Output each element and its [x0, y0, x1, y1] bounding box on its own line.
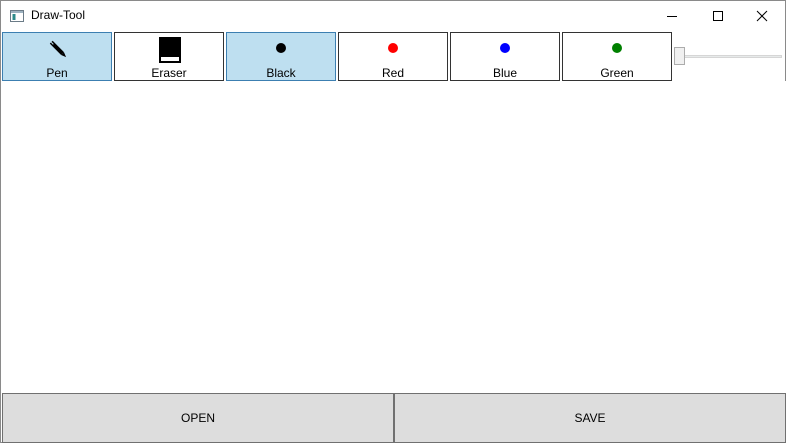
red-color-swatch — [388, 43, 398, 53]
eraser-icon — [159, 37, 181, 63]
save-button[interactable]: SAVE — [394, 393, 786, 443]
color-red-button[interactable]: Red — [338, 32, 448, 81]
brush-size-slider[interactable] — [674, 46, 782, 66]
color-blue-label: Blue — [492, 66, 518, 80]
pen-icon — [49, 40, 67, 58]
color-black-label: Black — [266, 66, 296, 80]
slider-track[interactable] — [674, 55, 782, 58]
pen-tool-button[interactable]: Pen — [2, 32, 112, 81]
app-icon — [10, 10, 24, 22]
save-button-label: SAVE — [574, 411, 606, 425]
color-black-button[interactable]: Black — [226, 32, 336, 81]
minimize-button[interactable] — [649, 1, 695, 31]
minimize-icon — [667, 16, 677, 17]
maximize-icon — [713, 11, 723, 21]
green-color-swatch — [612, 43, 622, 53]
color-blue-button[interactable]: Blue — [450, 32, 560, 81]
slider-thumb[interactable] — [674, 47, 685, 65]
drawing-canvas[interactable] — [2, 81, 786, 393]
open-button-label: OPEN — [180, 411, 215, 425]
window-title: Draw-Tool — [31, 8, 86, 22]
title-bar[interactable]: Draw-Tool — [1, 1, 785, 31]
toolbar: Pen Eraser Black Red Blue Green — [2, 32, 786, 81]
pen-tool-label: Pen — [46, 66, 68, 80]
eraser-tool-button[interactable]: Eraser — [114, 32, 224, 81]
color-red-label: Red — [381, 66, 404, 80]
blue-color-swatch — [500, 43, 510, 53]
maximize-button[interactable] — [695, 1, 741, 31]
open-button[interactable]: OPEN — [2, 393, 394, 443]
close-icon — [756, 10, 768, 22]
color-green-label: Green — [600, 66, 634, 80]
color-green-button[interactable]: Green — [562, 32, 672, 81]
close-button[interactable] — [739, 1, 785, 31]
eraser-tool-label: Eraser — [151, 66, 187, 80]
app-window: Draw-Tool Pen Eraser Black Red Blue Gree… — [0, 0, 786, 443]
black-color-swatch — [276, 43, 286, 53]
